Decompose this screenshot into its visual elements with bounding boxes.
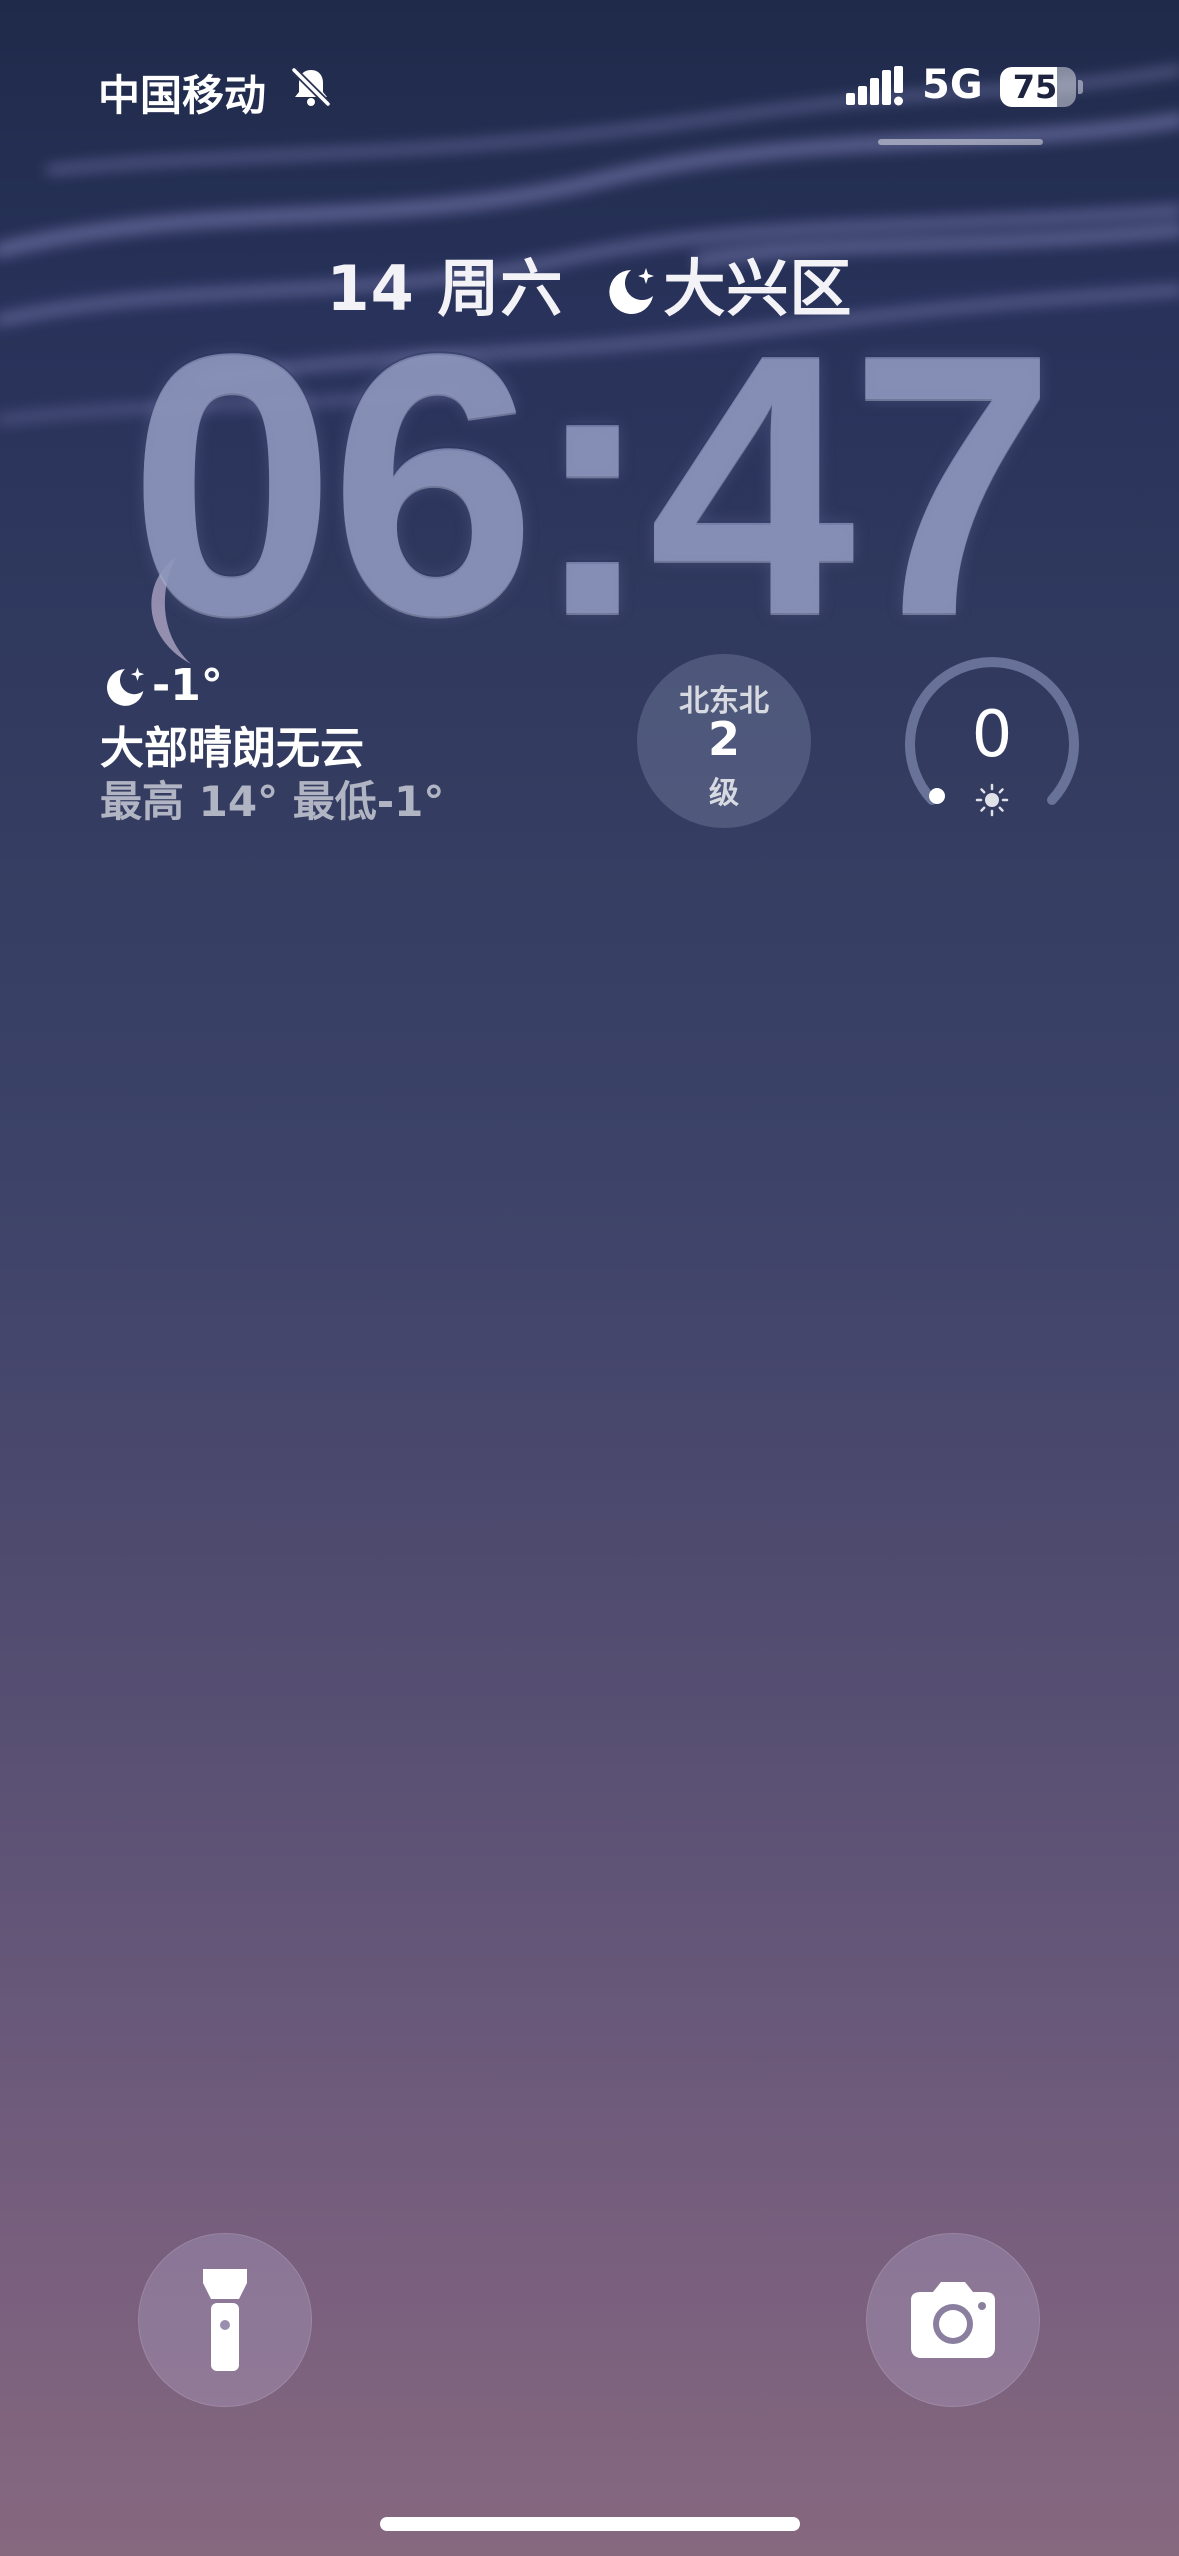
home-indicator[interactable] [380, 2517, 800, 2531]
uv-gauge-marker [929, 788, 945, 804]
carrier-label: 中国移动 [98, 71, 267, 120]
battery-cap [1078, 80, 1083, 94]
flashlight-button[interactable] [138, 2233, 312, 2407]
battery-indicator: 75 [1000, 67, 1076, 107]
control-center-indicator[interactable] [878, 139, 1043, 145]
flashlight-icon [203, 2269, 247, 2371]
camera-button[interactable] [866, 2233, 1040, 2407]
wind-level: 2 [707, 712, 740, 766]
sun-icon [975, 783, 1009, 817]
weather-condition: 大部晴朗无云 [100, 723, 364, 774]
current-temperature: -1° [152, 660, 223, 711]
bell-slash-icon [291, 67, 331, 107]
wind-unit: 级 [709, 776, 739, 811]
weather-temperature-row[interactable]: -1° [100, 660, 223, 711]
temperature-range: 最高 14° 最低-1° [100, 777, 445, 826]
network-type-label: 5G [922, 62, 983, 108]
camera-icon [911, 2282, 995, 2358]
lock-screen: 中国移动 5G 75 14 周六 大兴区 06:47 -1° 大部晴朗无云 最高… [0, 0, 1179, 2556]
lock-clock: 06:47 [128, 276, 1056, 692]
uv-index-value: 0 [971, 698, 1013, 772]
wind-widget[interactable]: 北东北 2 级 [637, 654, 811, 828]
moon-stars-icon [106, 667, 145, 706]
battery-percent-label: 75 [1012, 68, 1058, 106]
cellular-signal-icon [846, 66, 903, 106]
